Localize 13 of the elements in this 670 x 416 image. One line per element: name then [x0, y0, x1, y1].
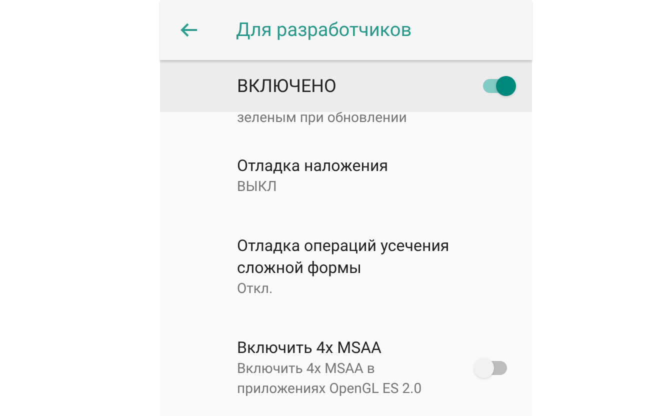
setting-summary: Включить 4x MSAA в приложениях OpenGL ES 2.0	[237, 360, 423, 399]
page-title: Для разработчиков	[236, 16, 412, 43]
setting-title: Отладка операций усечения сложной формы	[237, 235, 450, 279]
setting-title: Включить 4x MSAA	[237, 337, 382, 359]
back-arrow-icon[interactable]	[180, 22, 198, 38]
setting-summary: Откл.	[237, 280, 274, 299]
master-switch-bar[interactable]: ВКЛЮЧЕНО	[160, 60, 532, 112]
setting-item[interactable]: Включить 4x MSAA Включить 4x MSAA в приложениях OpenGL ES 2.0	[160, 312, 532, 399]
setting-item[interactable]: Отладка наложения ВЫКЛ	[160, 130, 532, 210]
setting-title: Отладка наложения	[237, 155, 389, 177]
setting-item[interactable]: Отладка операций усечения сложной формы Откл.	[160, 210, 532, 312]
master-switch-label: ВКЛЮЧЕНО	[237, 74, 338, 98]
setting-summary: ВЫКЛ	[237, 178, 278, 197]
